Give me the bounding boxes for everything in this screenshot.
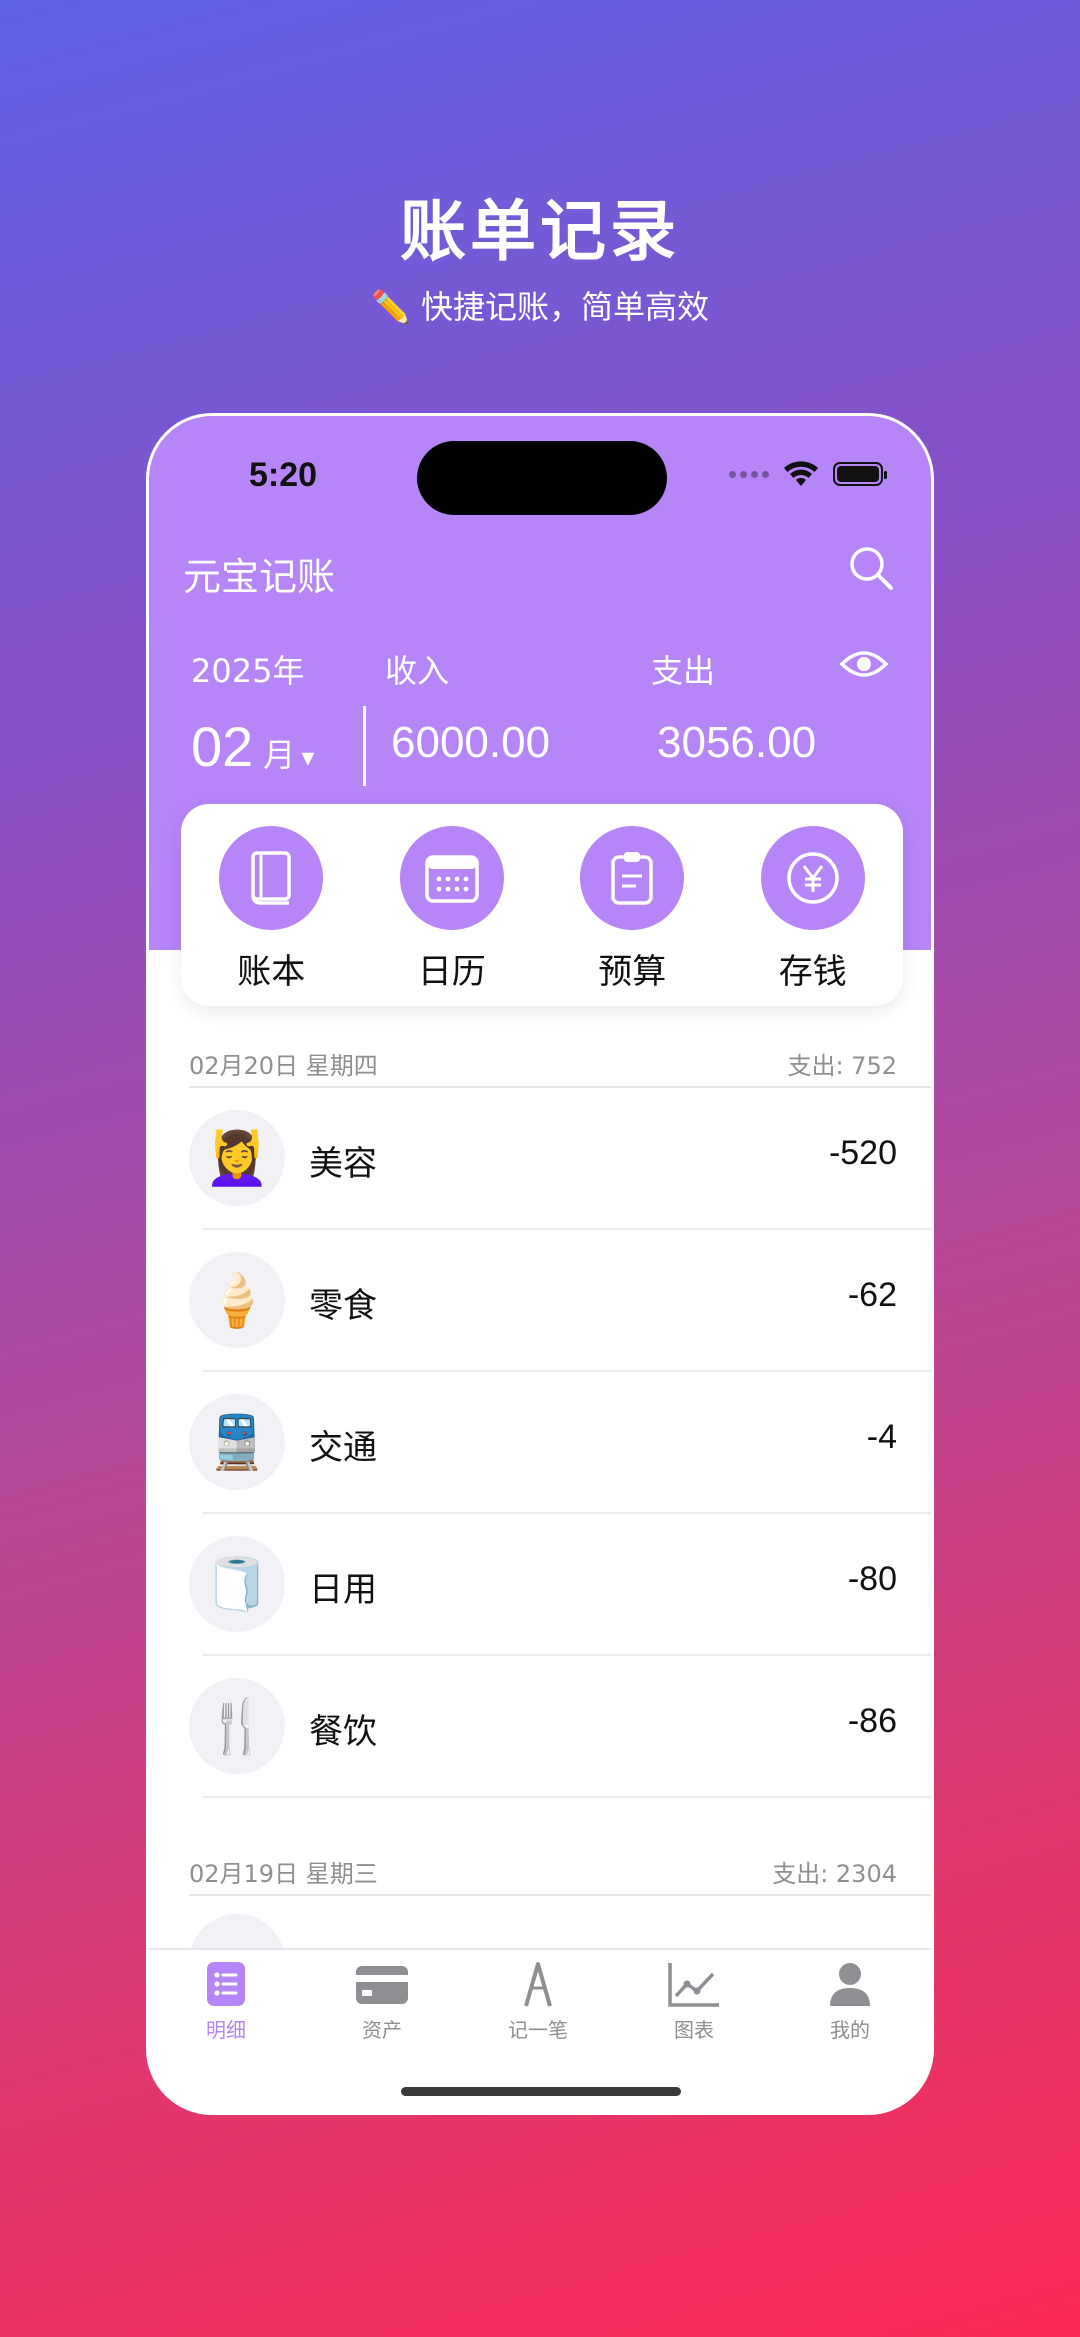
tab-label: 记一笔 <box>508 2018 568 2042</box>
transaction-row[interactable]: 🍦 零食 -62 <box>189 1230 931 1372</box>
app-title: 元宝记账 <box>183 555 336 599</box>
beauty-icon: 💆‍♀️ <box>189 1110 285 1206</box>
wifi-icon <box>784 461 818 486</box>
tab-label: 明细 <box>206 2018 246 2042</box>
expense-value: 3056.00 <box>657 718 817 767</box>
yen-icon <box>787 852 839 904</box>
battery-icon <box>833 462 887 486</box>
home-indicator[interactable] <box>401 2087 681 2096</box>
transaction-category: 日用 <box>309 1570 377 1610</box>
income-label: 收入 <box>385 652 450 690</box>
person-icon <box>830 1963 870 2006</box>
month-number: 02 <box>191 715 254 778</box>
shortcut-label: 账本 <box>237 952 306 992</box>
month-unit: 月 <box>263 736 296 774</box>
transaction-row[interactable]: 💆‍♀️ 美容 -520 <box>189 1088 931 1230</box>
tab-details[interactable]: 明细 <box>166 1960 286 2043</box>
clipboard-icon <box>611 852 653 905</box>
tab-label: 资产 <box>362 2018 402 2042</box>
tab-profile[interactable]: 我的 <box>790 1960 910 2043</box>
shortcut-label: 日历 <box>417 952 486 992</box>
income-value: 6000.00 <box>391 718 551 767</box>
fork-knife-icon: 🍴 <box>189 1678 285 1774</box>
tab-charts[interactable]: 图表 <box>634 1960 754 2043</box>
pen-icon <box>524 1962 552 2007</box>
shortcut-calendar[interactable]: 日历 <box>382 826 522 993</box>
phone-screen: 5:20 元宝记账 2025年 收入 支出 02 月 ▾ 6000.00 305… <box>146 413 934 2115</box>
day-header: 02月20日 星期四 支出: 752 <box>189 1046 897 1081</box>
day-date: 02月20日 星期四 <box>189 1052 378 1080</box>
card-icon <box>356 1966 408 2004</box>
calendar-icon <box>425 855 479 903</box>
month-picker[interactable]: 02 月 ▾ <box>191 714 314 779</box>
transaction-row[interactable]: 🍴 餐饮 -86 <box>189 1656 931 1798</box>
tab-assets[interactable]: 资产 <box>322 1960 442 2043</box>
day-divider <box>189 1894 931 1896</box>
ice-cream-icon: 🍦 <box>189 1252 285 1348</box>
tab-record[interactable]: 记一笔 <box>478 1960 598 2043</box>
promo-subtitle: ✏️ 快捷记账，简单高效 <box>370 288 710 326</box>
header-divider <box>363 706 366 786</box>
shortcut-ledger[interactable]: 账本 <box>201 826 341 993</box>
toilet-paper-icon: 🧻 <box>189 1536 285 1632</box>
search-icon[interactable] <box>847 544 895 592</box>
transaction-amount: -520 <box>828 1134 897 1172</box>
eye-icon[interactable] <box>839 644 889 684</box>
status-time: 5:20 <box>249 456 318 494</box>
chart-icon <box>668 1963 719 2007</box>
shortcut-label: 存钱 <box>778 952 847 992</box>
transaction-row[interactable]: 🚆 交通 -4 <box>189 1372 931 1514</box>
transaction-category: 美容 <box>309 1144 377 1184</box>
shortcut-card: 账本 日历 预算 存钱 <box>181 804 903 1006</box>
promo-title: 账单记录 <box>400 192 680 270</box>
list-icon <box>207 1962 245 2006</box>
shortcut-budget[interactable]: 预算 <box>562 826 702 993</box>
status-icons <box>729 460 887 488</box>
transaction-amount: -86 <box>847 1702 897 1740</box>
tab-label: 图表 <box>674 2018 714 2042</box>
expense-label: 支出 <box>651 652 716 690</box>
transaction-category: 零食 <box>309 1286 377 1326</box>
transaction-category: 餐饮 <box>309 1712 377 1752</box>
transaction-amount: -62 <box>847 1276 897 1314</box>
day-header: 02月19日 星期三 支出: 2304 <box>189 1854 897 1889</box>
shortcut-label: 预算 <box>598 952 667 992</box>
day-total: 支出: 2304 <box>772 1860 897 1888</box>
transaction-amount: -80 <box>847 1560 897 1598</box>
shortcut-savings[interactable]: 存钱 <box>743 826 883 993</box>
book-icon <box>251 851 291 905</box>
dynamic-island <box>417 441 667 515</box>
train-icon: 🚆 <box>189 1394 285 1490</box>
day-date: 02月19日 星期三 <box>189 1860 378 1888</box>
transaction-category: 交通 <box>309 1428 377 1468</box>
day-total: 支出: 752 <box>787 1052 897 1080</box>
transaction-amount: -4 <box>866 1418 897 1456</box>
tab-label: 我的 <box>830 2018 870 2042</box>
signal-icon <box>729 470 769 478</box>
row-divider <box>203 1796 931 1798</box>
year-label: 2025年 <box>191 652 305 690</box>
transaction-row[interactable]: 🧻 日用 -80 <box>189 1514 931 1656</box>
chevron-down-icon: ▾ <box>301 743 315 773</box>
